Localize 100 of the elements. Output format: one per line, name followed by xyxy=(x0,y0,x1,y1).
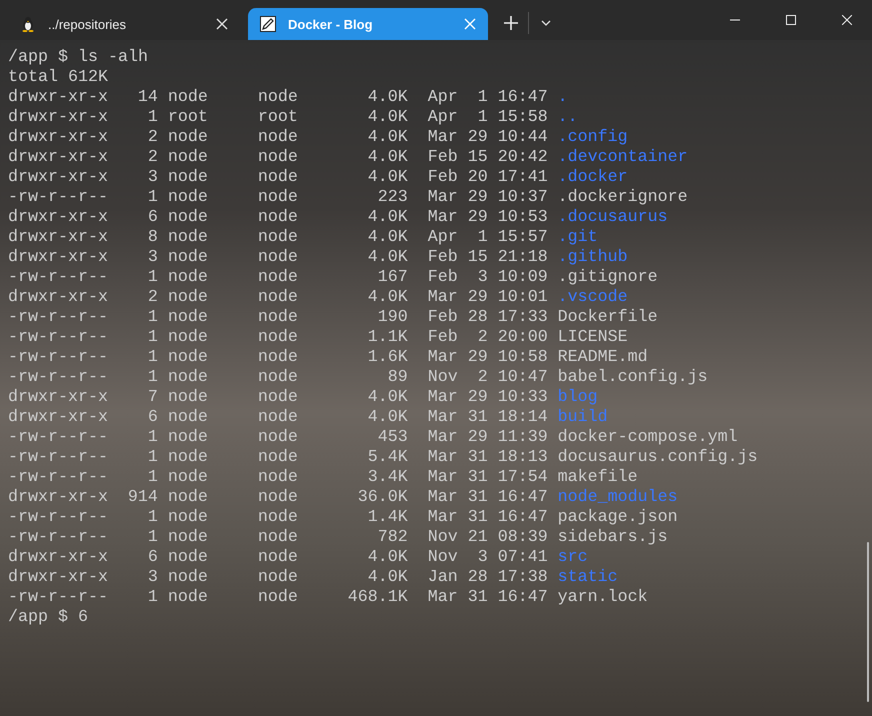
owner-text: node xyxy=(168,248,208,267)
owner-text: node xyxy=(168,468,208,487)
size-text: 782 xyxy=(378,528,408,548)
group-text: node xyxy=(258,268,298,288)
group-text: node xyxy=(258,228,298,248)
size-text: 190 xyxy=(378,308,408,328)
file-name: babel.config.js xyxy=(558,368,708,388)
size-text: 4.0K xyxy=(368,288,408,308)
owner-text: node xyxy=(168,428,208,447)
total-text: total 612K xyxy=(8,68,108,88)
links-count: 2 xyxy=(146,288,158,308)
links-count: 1 xyxy=(146,328,158,348)
date-text: Feb 2 20:00 xyxy=(428,328,548,348)
owner-text: node xyxy=(168,568,208,587)
size-text: 453 xyxy=(378,428,408,448)
date-text: Mar 31 16:47 xyxy=(428,488,548,508)
size-text: 5.4K xyxy=(368,448,408,468)
permissions-text: -rw-r--r-- xyxy=(8,188,108,208)
permissions-text: drwxr-xr-x xyxy=(8,248,108,268)
date-text: Feb 28 17:33 xyxy=(428,308,548,328)
links-count: 1 xyxy=(146,508,158,528)
close-icon[interactable] xyxy=(842,15,852,25)
size-text: 1.6K xyxy=(368,348,408,368)
file-name: makefile xyxy=(558,468,638,488)
size-text: 4.0K xyxy=(368,248,408,268)
file-name: Dockerfile xyxy=(558,308,658,328)
file-name: package.json xyxy=(558,508,678,528)
group-text: node xyxy=(258,488,298,508)
group-text: node xyxy=(258,368,298,388)
date-text: Feb 15 21:18 xyxy=(428,248,548,268)
owner-text: root xyxy=(168,108,208,127)
owner-text: node xyxy=(168,188,208,207)
group-text: node xyxy=(258,308,298,328)
permissions-text: drwxr-xr-x xyxy=(8,388,108,408)
permissions-text: drwxr-xr-x xyxy=(8,88,108,108)
date-text: Feb 3 10:09 xyxy=(428,268,548,288)
owner-text: node xyxy=(168,488,208,507)
links-count: 3 xyxy=(146,168,158,188)
file-name: .. xyxy=(558,108,578,128)
size-text: 4.0K xyxy=(368,88,408,108)
permissions-text: -rw-r--r-- xyxy=(8,308,108,328)
owner-text: node xyxy=(168,168,208,187)
file-name: . xyxy=(558,88,568,108)
date-text: Mar 31 18:13 xyxy=(428,448,548,468)
owner-text: node xyxy=(168,88,208,107)
close-icon[interactable] xyxy=(216,18,228,30)
size-text: 4.0K xyxy=(368,108,408,128)
file-name: .vscode xyxy=(558,288,628,308)
permissions-text: drwxr-xr-x xyxy=(8,288,108,308)
file-name: .gitignore xyxy=(558,268,658,288)
permissions-text: -rw-r--r-- xyxy=(8,268,108,288)
owner-text: node xyxy=(168,148,208,167)
permissions-text: -rw-r--r-- xyxy=(8,328,108,348)
group-text: node xyxy=(258,168,298,188)
penguin-icon xyxy=(20,16,36,32)
caret-icon[interactable] xyxy=(541,20,551,26)
links-count: 1 xyxy=(146,108,158,128)
date-text: Apr 1 16:47 xyxy=(428,88,548,108)
file-name: .docusaurus xyxy=(558,208,668,228)
links-count: 1 xyxy=(146,588,158,608)
size-text: 36.0K xyxy=(358,488,408,508)
owner-text: node xyxy=(168,308,208,327)
size-text: 1.4K xyxy=(368,508,408,528)
owner-text: node xyxy=(168,128,208,147)
date-text: Feb 15 20:42 xyxy=(428,148,548,168)
size-text: 3.4K xyxy=(368,468,408,488)
owner-text: node xyxy=(168,588,208,607)
group-text: node xyxy=(258,348,298,368)
owner-text: node xyxy=(168,548,208,567)
permissions-text: -rw-r--r-- xyxy=(8,588,108,608)
date-text: Mar 31 16:47 xyxy=(428,588,548,608)
owner-text: node xyxy=(168,508,208,527)
group-text: node xyxy=(258,508,298,528)
date-text: Mar 29 10:53 xyxy=(428,208,548,228)
group-text: node xyxy=(258,408,298,428)
owner-text: node xyxy=(168,348,208,367)
permissions-text: drwxr-xr-x xyxy=(8,148,108,168)
pencil-icon xyxy=(260,16,276,32)
permissions-text: drwxr-xr-x xyxy=(8,128,108,148)
permissions-text: drwxr-xr-x xyxy=(8,108,108,128)
date-text: Jan 28 17:38 xyxy=(428,568,548,588)
group-text: node xyxy=(258,428,298,448)
terminal-tab[interactable]: ../repositories xyxy=(8,8,240,40)
file-name: yarn.lock xyxy=(558,588,648,608)
group-text: root xyxy=(258,108,298,128)
group-text: node xyxy=(258,548,298,568)
owner-text: node xyxy=(168,208,208,227)
prompt-line: /app $ 6 xyxy=(8,608,88,628)
new-tab-icon[interactable] xyxy=(504,16,518,30)
maximize-icon[interactable] xyxy=(786,15,796,25)
owner-text: node xyxy=(168,288,208,307)
group-text: node xyxy=(258,188,298,208)
size-text: 4.0K xyxy=(368,548,408,568)
links-count: 1 xyxy=(146,528,158,548)
date-text: Nov 3 07:41 xyxy=(428,548,548,568)
date-text: Nov 21 08:39 xyxy=(428,528,548,548)
scrollbar[interactable] xyxy=(867,542,869,702)
tab-title: ../repositories xyxy=(48,16,128,32)
date-text: Mar 31 18:14 xyxy=(428,408,548,428)
date-text: Mar 31 17:54 xyxy=(428,468,548,488)
